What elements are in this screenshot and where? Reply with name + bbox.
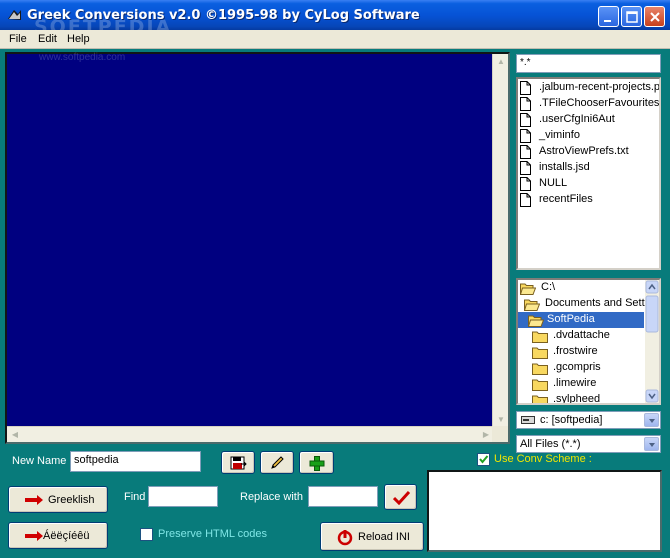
client-area: www.softpedia.com ▲ ▼ ◀ ▶ *.* .jalbum-re… xyxy=(0,49,670,558)
app-window: SOFTPEDIA Greek Conversions v2.0 ©1995-9… xyxy=(0,0,670,558)
edit-button[interactable] xyxy=(260,451,294,474)
drive-icon xyxy=(521,416,535,424)
find-input[interactable] xyxy=(148,486,218,507)
minimize-button[interactable] xyxy=(598,6,619,27)
scroll-corner xyxy=(492,426,508,442)
menu-file[interactable]: File xyxy=(9,33,27,45)
editor-vertical-scrollbar[interactable]: ▲ ▼ xyxy=(492,54,508,428)
find-label: Find xyxy=(124,491,146,503)
scheme-output[interactable] xyxy=(427,470,662,552)
chevron-down-icon[interactable] xyxy=(644,437,659,451)
reload-ini-button[interactable]: Reload INI xyxy=(320,522,424,551)
pencil-icon xyxy=(271,456,284,469)
open-folder-icon xyxy=(520,283,536,295)
preserve-html-label: Preserve HTML codes xyxy=(158,528,268,540)
close-button[interactable] xyxy=(644,6,665,27)
use-conv-scheme-checkbox[interactable] xyxy=(477,453,490,466)
directory-scrollbar[interactable] xyxy=(645,280,659,403)
save-file-button[interactable] xyxy=(221,451,255,474)
scroll-up-icon[interactable]: ▲ xyxy=(493,54,509,70)
replace-ok-button[interactable] xyxy=(384,484,417,510)
folder-icon xyxy=(532,379,548,391)
menu-edit[interactable]: Edit xyxy=(38,33,57,45)
arrow-right-icon xyxy=(25,531,43,541)
arrow-right-icon xyxy=(25,495,43,505)
document-icon xyxy=(520,145,531,159)
document-icon xyxy=(520,177,531,191)
editor-horizontal-scrollbar[interactable]: ◀ ▶ xyxy=(7,426,494,442)
document-icon xyxy=(520,113,531,127)
file-list[interactable]: .jalbum-recent-projects.pro .TFileChoose… xyxy=(516,77,661,270)
use-conv-scheme-label: Use Conv Scheme : xyxy=(494,453,592,465)
app-icon xyxy=(8,10,21,20)
file-type-select[interactable]: All Files (*.*) xyxy=(516,435,661,453)
plus-icon xyxy=(309,456,325,471)
greeklish-button[interactable]: Greeklish xyxy=(8,486,108,513)
document-icon xyxy=(520,81,531,95)
folder-icon xyxy=(532,331,548,343)
drive-select[interactable]: c: [softpedia] xyxy=(516,411,661,429)
chevron-down-icon[interactable] xyxy=(644,413,659,427)
new-name-label: New Name xyxy=(12,455,67,467)
replace-with-label: Replace with xyxy=(240,491,303,503)
document-icon xyxy=(520,161,531,175)
document-icon xyxy=(520,193,531,207)
maximize-icon xyxy=(626,11,638,23)
directory-item-selected[interactable]: SoftPedia xyxy=(518,312,644,328)
title-bar[interactable]: SOFTPEDIA Greek Conversions v2.0 ©1995-9… xyxy=(0,0,670,38)
open-folder-icon xyxy=(524,299,540,311)
window-title: Greek Conversions v2.0 ©1995-98 by CyLog… xyxy=(27,8,420,23)
folder-icon xyxy=(532,347,548,359)
document-icon xyxy=(520,129,531,143)
checkmark-icon xyxy=(393,490,410,505)
reload-icon xyxy=(337,530,353,546)
preserve-html-checkbox[interactable] xyxy=(140,528,153,541)
new-name-input[interactable]: softpedia xyxy=(70,451,201,472)
add-button[interactable] xyxy=(299,451,334,474)
close-icon xyxy=(650,12,660,22)
greek-button[interactable]: Áëëçíéêü xyxy=(8,522,108,549)
folder-icon xyxy=(532,363,548,375)
file-filter-input[interactable]: *.* xyxy=(516,54,661,73)
scroll-left-icon[interactable]: ◀ xyxy=(7,427,23,443)
checkmark-icon xyxy=(479,455,489,464)
directory-list[interactable]: C:\ Documents and Settings SoftPedia .dv… xyxy=(516,278,661,405)
maximize-button[interactable] xyxy=(621,6,642,27)
open-folder-icon xyxy=(528,315,544,327)
folder-icon xyxy=(532,395,548,403)
text-editor[interactable]: www.softpedia.com ▲ ▼ ◀ ▶ xyxy=(5,52,510,444)
save-file-icon xyxy=(230,456,247,470)
watermark-url: www.softpedia.com xyxy=(39,52,126,63)
menu-help[interactable]: Help xyxy=(67,33,90,45)
minimize-icon xyxy=(604,20,611,22)
replace-input[interactable] xyxy=(308,486,378,507)
scrollbar-graphic xyxy=(645,280,659,403)
menu-bar: File Edit Help xyxy=(0,30,670,49)
document-icon xyxy=(520,97,531,111)
